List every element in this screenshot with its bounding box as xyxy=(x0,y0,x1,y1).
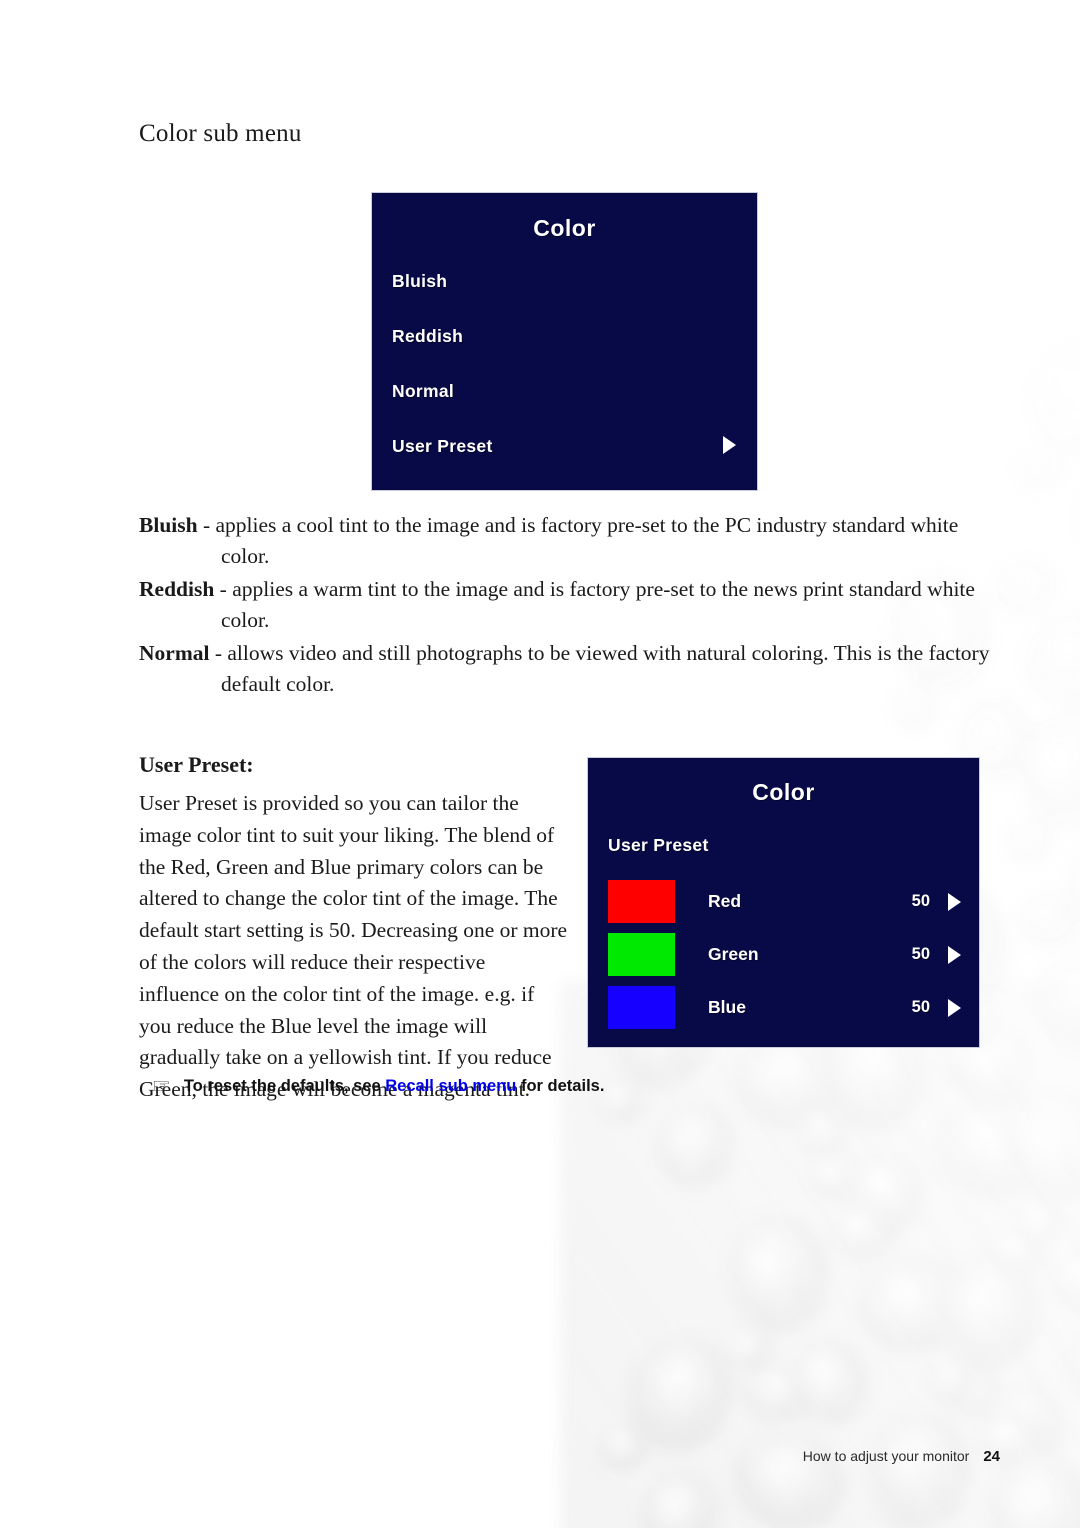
definition-term-reddish: Reddish xyxy=(139,577,215,601)
page-title: Color sub menu xyxy=(139,120,302,147)
triangle-right-icon xyxy=(948,893,961,911)
color-swatch-green xyxy=(608,933,675,976)
osd-row-value-blue: 50 xyxy=(911,998,930,1016)
triangle-right-icon xyxy=(948,999,961,1017)
osd-row-label-red: Red xyxy=(708,891,742,911)
note-line: ☞ To reset the defaults, see Recall sub m… xyxy=(152,1076,604,1097)
color-swatch-red xyxy=(608,880,675,923)
definition-reddish: Reddish - applies a warm tint to the ima… xyxy=(139,574,999,636)
note-text-after: for details. xyxy=(516,1077,605,1095)
osd-color-menu-title: Color xyxy=(533,215,596,241)
osd-user-preset-menu: Color User Preset Red 50 Green 50 Blue 5… xyxy=(587,757,980,1048)
osd-user-preset-title: Color xyxy=(752,779,815,805)
osd-row-label-blue: Blue xyxy=(708,997,746,1017)
footer-page-number: 24 xyxy=(983,1448,1000,1465)
triangle-right-icon xyxy=(723,436,736,454)
footer: How to adjust your monitor 24 xyxy=(803,1448,1000,1465)
note-link-recall-sub-menu[interactable]: Recall sub menu xyxy=(385,1077,516,1095)
osd-row-value-red: 50 xyxy=(911,892,930,910)
osd-color-menu: Color Bluish Reddish Normal User Preset xyxy=(371,192,758,491)
footer-label: How to adjust your monitor xyxy=(802,1448,970,1464)
triangle-right-icon xyxy=(948,946,961,964)
color-swatch-blue xyxy=(608,986,675,1029)
osd-menu-item-reddish[interactable]: Reddish xyxy=(392,326,463,347)
definition-text-normal: - allows video and still photographs to … xyxy=(209,641,990,696)
osd-row-green[interactable]: Green 50 xyxy=(608,933,961,976)
definition-normal: Normal - allows video and still photogra… xyxy=(139,638,999,700)
pointing-hand-icon: ☞ xyxy=(152,1074,171,1098)
definition-term-bluish: Bluish xyxy=(139,513,198,537)
definition-text-bluish: - applies a cool tint to the image and i… xyxy=(197,513,959,568)
osd-menu-item-user-preset[interactable]: User Preset xyxy=(392,436,493,457)
definition-text-reddish: - applies a warm tint to the image and i… xyxy=(214,577,975,632)
osd-row-blue[interactable]: Blue 50 xyxy=(608,986,961,1029)
osd-menu-item-normal[interactable]: Normal xyxy=(392,381,454,402)
user-preset-body-text: User Preset is provided so you can tailo… xyxy=(139,791,568,1102)
definition-term-normal: Normal xyxy=(139,641,210,665)
note-text-before: To reset the defaults, see xyxy=(183,1077,386,1095)
osd-row-red[interactable]: Red 50 xyxy=(608,880,961,923)
user-preset-heading: User Preset: xyxy=(139,752,254,777)
osd-user-preset-section-label: User Preset xyxy=(608,835,709,855)
osd-row-label-green: Green xyxy=(708,944,759,964)
osd-row-value-green: 50 xyxy=(911,945,930,963)
definition-bluish: Bluish - applies a cool tint to the imag… xyxy=(139,510,999,572)
osd-menu-item-bluish[interactable]: Bluish xyxy=(392,271,447,292)
